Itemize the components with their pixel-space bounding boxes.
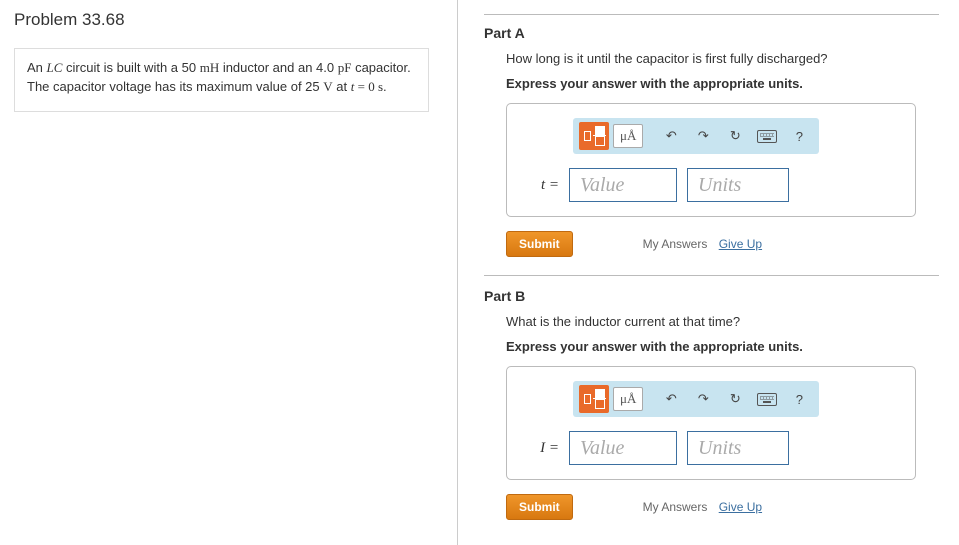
- fraction-template-icon[interactable]: [579, 385, 609, 413]
- part-b-question: What is the inductor current at that tim…: [506, 314, 939, 329]
- divider-top: [484, 14, 939, 15]
- part-b-my-answers-link[interactable]: My Answers: [643, 500, 708, 514]
- help-icon[interactable]: ?: [785, 122, 813, 150]
- part-b-value-input[interactable]: Value: [569, 431, 677, 465]
- fraction-template-icon[interactable]: [579, 122, 609, 150]
- part-a-answer-row: t = Value Units: [529, 168, 899, 202]
- part-b-variable-label: I =: [529, 440, 559, 457]
- left-column: Problem 33.68 An LC circuit is built wit…: [0, 0, 458, 545]
- redo-icon[interactable]: ↷: [689, 122, 717, 150]
- part-a-section: Part A How long is it until the capacito…: [484, 25, 939, 257]
- part-a-actions: Submit My Answers Give Up: [506, 231, 939, 257]
- part-b-units-input[interactable]: Units: [687, 431, 789, 465]
- part-b-answer-row: I = Value Units: [529, 431, 899, 465]
- part-a-my-answers-link[interactable]: My Answers: [643, 237, 708, 251]
- undo-icon[interactable]: ↶: [657, 385, 685, 413]
- part-a-label: Part A: [484, 25, 939, 41]
- help-icon[interactable]: ?: [785, 385, 813, 413]
- part-b-links: My Answers Give Up: [643, 500, 762, 514]
- problem-title: Problem 33.68: [14, 10, 429, 30]
- keyboard-icon[interactable]: [753, 122, 781, 150]
- part-b-give-up-link[interactable]: Give Up: [719, 500, 762, 514]
- part-b-answer-box: μÅ ↶ ↷ ↻ ? I = Value Units: [506, 366, 916, 480]
- reset-icon[interactable]: ↻: [721, 122, 749, 150]
- units-picker-button[interactable]: μÅ: [613, 387, 643, 411]
- part-a-submit-button[interactable]: Submit: [506, 231, 573, 257]
- problem-statement: An LC circuit is built with a 50 mH indu…: [14, 48, 429, 112]
- right-column: Part A How long is it until the capacito…: [458, 0, 959, 545]
- undo-icon[interactable]: ↶: [657, 122, 685, 150]
- units-picker-button[interactable]: μÅ: [613, 124, 643, 148]
- part-a-answer-box: μÅ ↶ ↷ ↻ ? t = Value Units: [506, 103, 916, 217]
- reset-icon[interactable]: ↻: [721, 385, 749, 413]
- part-a-toolbar: μÅ ↶ ↷ ↻ ?: [573, 118, 819, 154]
- part-a-give-up-link[interactable]: Give Up: [719, 237, 762, 251]
- part-a-question: How long is it until the capacitor is fi…: [506, 51, 939, 66]
- part-a-units-input[interactable]: Units: [687, 168, 789, 202]
- part-b-toolbar: μÅ ↶ ↷ ↻ ?: [573, 381, 819, 417]
- part-b-label: Part B: [484, 288, 939, 304]
- redo-icon[interactable]: ↷: [689, 385, 717, 413]
- part-a-links: My Answers Give Up: [643, 237, 762, 251]
- part-a-instruction: Express your answer with the appropriate…: [506, 76, 939, 91]
- part-b-instruction: Express your answer with the appropriate…: [506, 339, 939, 354]
- part-a-variable-label: t =: [529, 177, 559, 194]
- divider-ab: [484, 275, 939, 276]
- keyboard-icon[interactable]: [753, 385, 781, 413]
- part-b-submit-button[interactable]: Submit: [506, 494, 573, 520]
- part-b-section: Part B What is the inductor current at t…: [484, 288, 939, 520]
- part-b-actions: Submit My Answers Give Up: [506, 494, 939, 520]
- part-a-value-input[interactable]: Value: [569, 168, 677, 202]
